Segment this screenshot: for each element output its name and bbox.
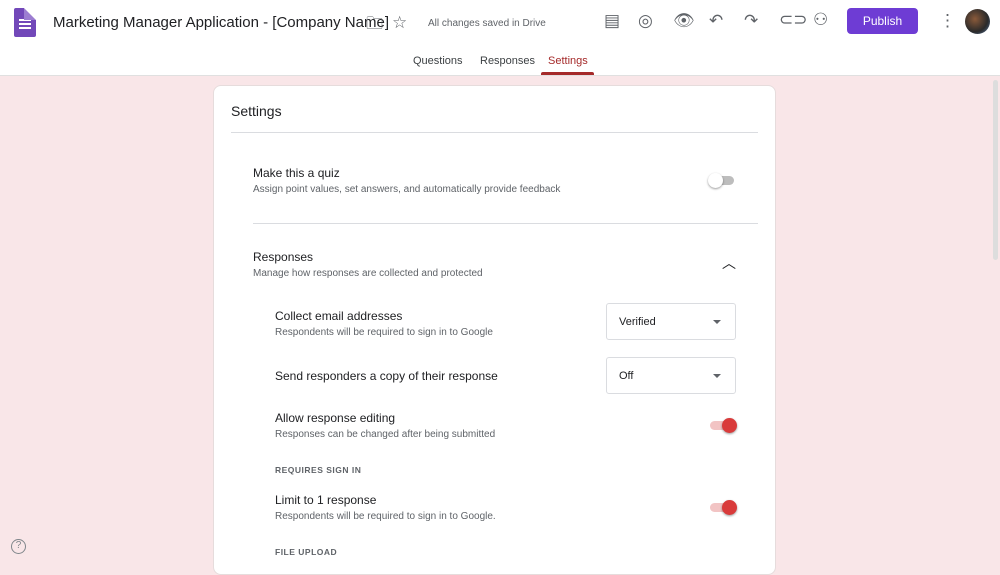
quiz-desc: Assign point values, set answers, and au… <box>253 184 561 195</box>
folder-icon[interactable]: 🗀 <box>366 15 383 32</box>
tab-settings[interactable]: Settings <box>548 55 588 67</box>
quiz-toggle[interactable] <box>708 173 736 188</box>
settings-card: Settings Make this a quiz Assign point v… <box>213 85 776 575</box>
divider <box>231 132 758 133</box>
allow-edit-desc: Responses can be changed after being sub… <box>275 429 496 440</box>
file-upload-label: FILE UPLOAD <box>275 547 338 557</box>
collect-email-title: Collect email addresses <box>275 309 403 323</box>
save-status: All changes saved in Drive <box>428 18 546 29</box>
tab-responses[interactable]: Responses <box>480 55 535 67</box>
limit-response-title: Limit to 1 response <box>275 493 377 507</box>
collect-email-value: Verified <box>619 316 656 328</box>
dropdown-arrow-icon <box>713 374 721 378</box>
responses-title: Responses <box>253 250 314 264</box>
help-icon[interactable]: ? <box>11 539 26 554</box>
redo-icon[interactable]: ↷ <box>744 12 758 29</box>
allow-edit-title: Allow response editing <box>275 411 396 425</box>
settings-title: Settings <box>231 103 282 119</box>
preview-eye-icon[interactable]: 👁 <box>673 12 695 29</box>
send-copy-title: Send responders a copy of their response <box>275 369 498 383</box>
add-collaborator-icon[interactable]: ⚇ <box>813 11 828 28</box>
palette-icon[interactable]: ◎ <box>638 12 653 29</box>
tab-questions[interactable]: Questions <box>413 55 463 67</box>
more-options-icon[interactable]: ⋮ <box>939 12 956 29</box>
collect-email-select[interactable]: Verified <box>606 303 736 340</box>
limit-response-desc: Respondents will be required to sign in … <box>275 511 496 522</box>
collect-email-desc: Respondents will be required to sign in … <box>275 327 493 338</box>
dropdown-arrow-icon <box>713 320 721 324</box>
divider <box>253 223 758 224</box>
chevron-up-icon[interactable]: ︿ <box>722 256 736 270</box>
avatar[interactable] <box>965 9 990 34</box>
limit-response-toggle[interactable] <box>708 500 737 515</box>
star-icon[interactable]: ☆ <box>392 14 407 31</box>
undo-icon[interactable]: ↶ <box>709 12 723 29</box>
app-header: Marketing Manager Application - [Company… <box>0 0 1000 76</box>
send-copy-select[interactable]: Off <box>606 357 736 394</box>
scrollbar[interactable] <box>993 80 998 260</box>
quiz-title: Make this a quiz <box>253 166 340 180</box>
allow-edit-toggle[interactable] <box>708 418 737 433</box>
send-copy-value: Off <box>619 370 634 382</box>
responses-desc: Manage how responses are collected and p… <box>253 268 483 279</box>
publish-button[interactable]: Publish <box>847 8 918 34</box>
requires-sign-in-label: REQUIRES SIGN IN <box>275 465 362 475</box>
customize-icon[interactable]: ▤ <box>604 12 620 29</box>
active-tab-indicator <box>541 72 594 75</box>
link-icon[interactable]: ⊂⊃ <box>779 11 808 28</box>
form-title[interactable]: Marketing Manager Application - [Company… <box>53 14 389 31</box>
forms-logo-icon[interactable] <box>14 8 36 37</box>
